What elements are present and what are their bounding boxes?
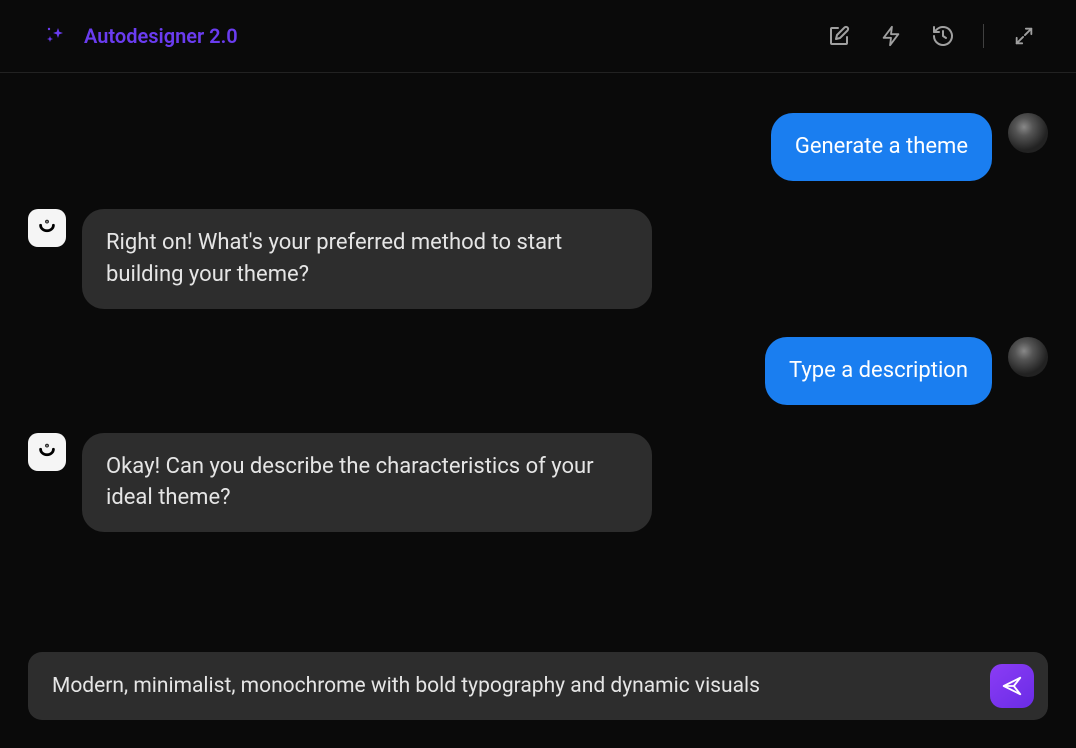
header-left: Autodesigner 2.0: [44, 24, 238, 48]
input-bar: [28, 652, 1048, 720]
header-actions: [827, 24, 1036, 48]
sparkle-icon: [44, 24, 68, 48]
header: Autodesigner 2.0: [0, 0, 1076, 73]
bot-bubble: Okay! Can you describe the characteristi…: [82, 433, 652, 533]
message-row-bot: Right on! What's your preferred method t…: [28, 209, 1048, 309]
send-icon: [1001, 675, 1023, 697]
chat-area: Generate a theme Right on! What's your p…: [0, 73, 1076, 632]
user-avatar: [1008, 113, 1048, 153]
message-row-user: Generate a theme: [28, 113, 1048, 181]
user-bubble: Generate a theme: [771, 113, 992, 181]
app-title: Autodesigner 2.0: [84, 24, 238, 48]
user-bubble: Type a description: [765, 337, 992, 405]
bot-avatar: [28, 209, 66, 247]
lightning-icon[interactable]: [879, 24, 903, 48]
divider: [983, 24, 984, 48]
history-icon[interactable]: [931, 24, 955, 48]
user-avatar: [1008, 337, 1048, 377]
expand-icon[interactable]: [1012, 24, 1036, 48]
message-row-user: Type a description: [28, 337, 1048, 405]
bot-avatar: [28, 433, 66, 471]
message-row-bot: Okay! Can you describe the characteristi…: [28, 433, 1048, 533]
bot-bubble: Right on! What's your preferred method t…: [82, 209, 652, 309]
edit-icon[interactable]: [827, 24, 851, 48]
prompt-input[interactable]: [52, 674, 974, 698]
send-button[interactable]: [990, 664, 1034, 708]
